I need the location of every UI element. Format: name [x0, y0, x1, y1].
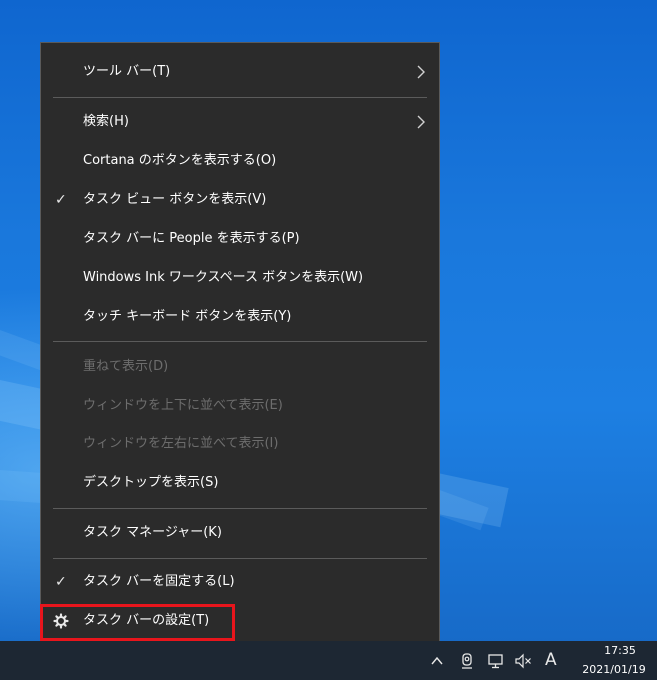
- chevron-up-icon[interactable]: [428, 652, 446, 670]
- taskbar: A 17:35 2021/01/19: [0, 641, 657, 680]
- menu-item-label: Windows Ink ワークスペース ボタンを表示(W): [83, 270, 364, 285]
- menu-item-show-people[interactable]: タスク バーに People を表示する(P): [41, 224, 439, 254]
- menu-separator: [53, 508, 427, 509]
- checkmark-icon: ✓: [55, 574, 67, 590]
- menu-separator: [53, 558, 427, 559]
- menu-item-show-desktop[interactable]: デスクトップを表示(S): [41, 468, 439, 498]
- menu-item-label: Cortana のボタンを表示する(O): [83, 153, 277, 168]
- camera-icon[interactable]: [458, 652, 476, 670]
- chevron-right-icon: [417, 65, 425, 79]
- clock-date[interactable]: 2021/01/19: [574, 662, 654, 678]
- menu-separator: [53, 97, 427, 98]
- clock-time[interactable]: 17:35: [590, 643, 650, 659]
- network-icon[interactable]: [487, 652, 505, 670]
- menu-item-label: ウィンドウを上下に並べて表示(E): [83, 398, 283, 413]
- menu-item-show-windows-ink[interactable]: Windows Ink ワークスペース ボタンを表示(W): [41, 263, 439, 293]
- menu-item-lock-taskbar[interactable]: ✓ タスク バーを固定する(L): [41, 567, 439, 597]
- menu-separator: [53, 341, 427, 342]
- menu-item-toolbars[interactable]: ツール バー(T): [41, 57, 439, 87]
- menu-item-side-by-side-windows[interactable]: ウィンドウを左右に並べて表示(I): [41, 429, 439, 459]
- menu-item-stack-windows[interactable]: ウィンドウを上下に並べて表示(E): [41, 391, 439, 421]
- menu-item-label: タスク バーに People を表示する(P): [83, 231, 300, 246]
- menu-item-label: タスク マネージャー(K): [83, 525, 222, 540]
- menu-item-label: タッチ キーボード ボタンを表示(Y): [83, 309, 292, 324]
- menu-item-show-task-view-button[interactable]: ✓ タスク ビュー ボタンを表示(V): [41, 185, 439, 215]
- checkmark-icon: ✓: [55, 192, 67, 208]
- chevron-right-icon: [417, 115, 425, 129]
- menu-item-label: デスクトップを表示(S): [83, 475, 219, 490]
- menu-item-label: タスク バーを固定する(L): [83, 574, 235, 589]
- menu-item-label: 検索(H): [83, 114, 129, 129]
- menu-item-search[interactable]: 検索(H): [41, 107, 439, 137]
- highlight-box: [40, 604, 235, 641]
- menu-item-cascade-windows[interactable]: 重ねて表示(D): [41, 352, 439, 382]
- menu-item-label: ツール バー(T): [83, 64, 171, 79]
- menu-item-label: ウィンドウを左右に並べて表示(I): [83, 436, 279, 451]
- menu-item-show-cortana-button[interactable]: Cortana のボタンを表示する(O): [41, 146, 439, 176]
- ime-indicator[interactable]: A: [545, 649, 557, 671]
- taskbar-context-menu: ツール バー(T) 検索(H) Cortana のボタンを表示する(O) ✓ タ…: [40, 42, 440, 650]
- menu-item-task-manager[interactable]: タスク マネージャー(K): [41, 518, 439, 548]
- menu-item-label: タスク ビュー ボタンを表示(V): [83, 192, 267, 207]
- volume-muted-icon[interactable]: [514, 652, 532, 670]
- menu-item-show-touch-keyboard[interactable]: タッチ キーボード ボタンを表示(Y): [41, 302, 439, 332]
- menu-item-label: 重ねて表示(D): [83, 359, 169, 374]
